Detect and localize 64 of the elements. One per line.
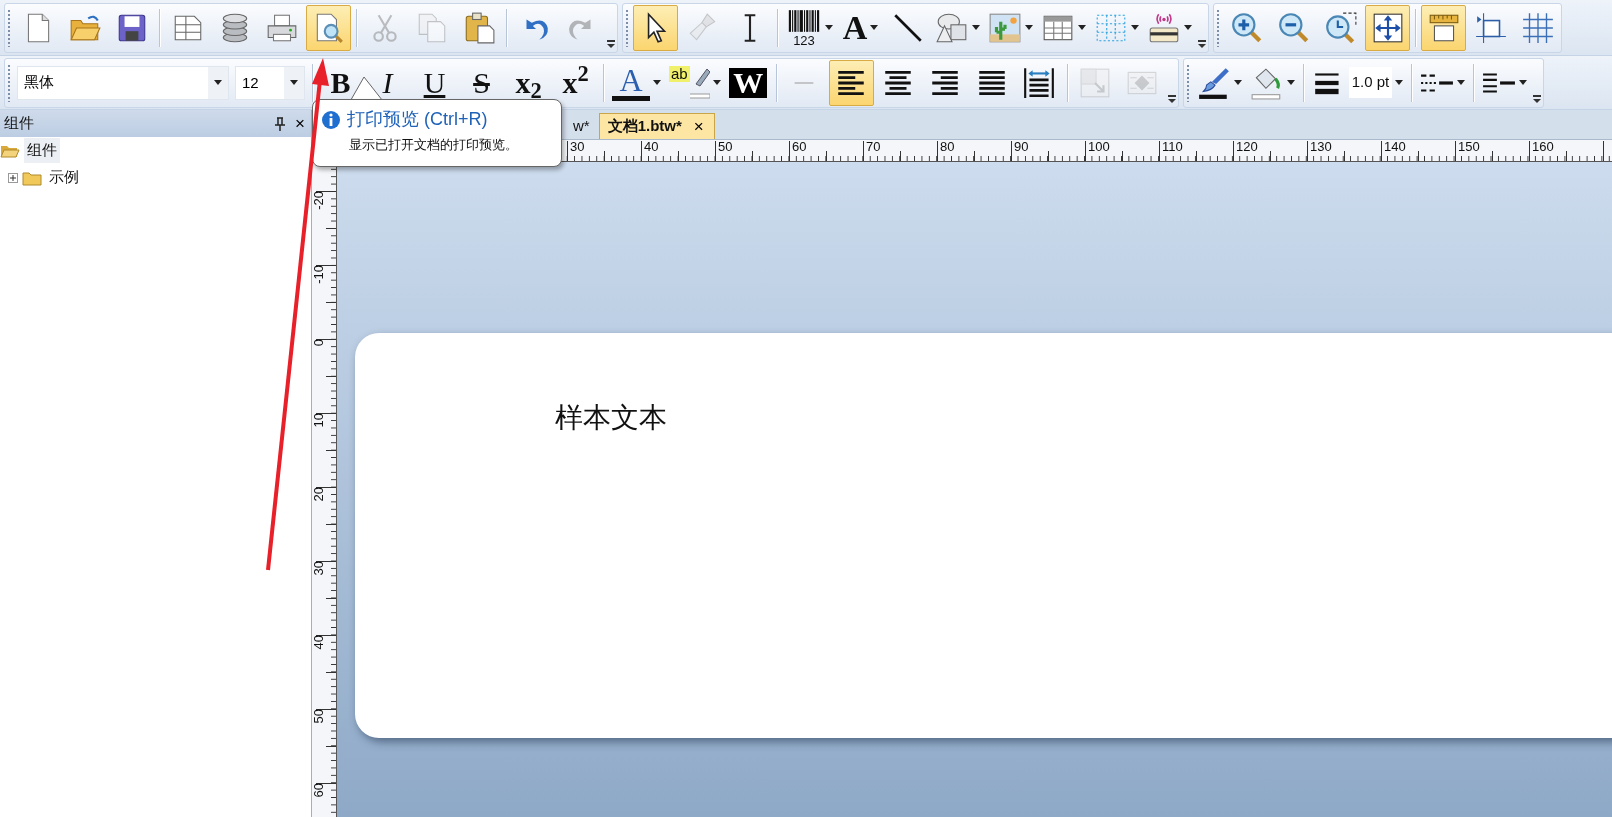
highlight-button[interactable]: ab — [666, 59, 724, 106]
ruler-label: 130 — [1310, 140, 1332, 154]
ruler-label: 140 — [1384, 140, 1406, 154]
ruler-label: 50 — [312, 709, 325, 726]
align-left-button[interactable] — [828, 59, 874, 106]
font-field[interactable]: 黑体 — [17, 65, 229, 100]
info-icon — [321, 109, 341, 130]
ruler-label: 60 — [312, 783, 325, 800]
expand-icon[interactable] — [8, 172, 18, 183]
ruler-label: 160 — [1532, 140, 1554, 154]
ruler-button[interactable] — [1421, 4, 1466, 51]
toolbar-grip[interactable] — [7, 63, 11, 102]
ruler-label: 120 — [1236, 140, 1258, 154]
ruler-label: 70 — [866, 140, 881, 154]
folder-icon — [22, 169, 42, 186]
toolbar-grip[interactable] — [7, 8, 11, 47]
toolbar-grip[interactable] — [1216, 8, 1220, 47]
print-preview-button[interactable] — [306, 4, 351, 51]
ruler-label: 30 — [570, 140, 585, 154]
strikethrough-button[interactable]: S — [459, 59, 504, 106]
tab-close-button[interactable]: × — [691, 118, 706, 135]
font-color-button[interactable]: A — [609, 59, 664, 106]
tooltip-title: 打印预览 (Ctrl+R) — [347, 108, 488, 131]
tree-item[interactable]: 组件 — [24, 138, 60, 163]
ruler-label: 60 — [792, 140, 807, 154]
ruler-label: 150 — [1458, 140, 1480, 154]
ruler-label: 30 — [312, 561, 325, 578]
panel-title: 组件 — [4, 113, 35, 134]
barcode-tool-button[interactable]: 123 — [783, 4, 836, 51]
ruler-label: 80 — [940, 140, 955, 154]
tree-item[interactable]: 示例 — [46, 165, 82, 190]
ruler-label: 50 — [718, 140, 733, 154]
dropdown-button[interactable] — [208, 66, 228, 99]
underline-button[interactable]: U — [412, 59, 457, 106]
ruler-label: 100 — [1088, 140, 1110, 154]
ruler-label: 40 — [312, 635, 325, 652]
ruler-label: -20 — [312, 191, 325, 212]
toolbar-grip[interactable] — [625, 8, 629, 47]
ruler-label: 90 — [1014, 140, 1029, 154]
font-size-input[interactable]: 12 — [236, 66, 284, 99]
ruler-label: 0 — [312, 339, 325, 349]
document-tab[interactable]: w* — [564, 113, 599, 139]
ruler-label: 10 — [312, 413, 325, 430]
dropdown-button[interactable] — [284, 66, 304, 99]
fit-page-button[interactable] — [1365, 4, 1410, 51]
line-width-button[interactable]: 1.0 pt — [1308, 59, 1407, 106]
ruler-label: 110 — [1162, 140, 1183, 154]
ruler-label: 40 — [644, 140, 659, 154]
italic-button[interactable]: I — [365, 59, 410, 106]
tooltip-description: 显示已打开文档的打印预览。 — [348, 136, 519, 154]
font-input[interactable]: 黑体 — [18, 66, 208, 99]
close-button[interactable]: × — [293, 115, 307, 132]
ruler-label: 20 — [312, 487, 325, 504]
document-tab[interactable]: 文档1.btw* × — [598, 113, 715, 139]
sample-text[interactable]: 样本文本 — [555, 402, 667, 433]
ruler-label: -10 — [312, 265, 325, 286]
subscript-button[interactable]: x$_{2}$ — [506, 59, 551, 106]
bold-button[interactable]: B — [318, 59, 363, 106]
barcode-icon — [786, 8, 822, 34]
text-tool-button[interactable]: A — [838, 4, 883, 51]
superscript-button[interactable]: x$^{2}$ — [553, 59, 598, 106]
pin-icon[interactable] — [273, 115, 288, 132]
font-size-field[interactable]: 12 — [235, 65, 305, 100]
select-tool-button[interactable] — [633, 4, 678, 51]
